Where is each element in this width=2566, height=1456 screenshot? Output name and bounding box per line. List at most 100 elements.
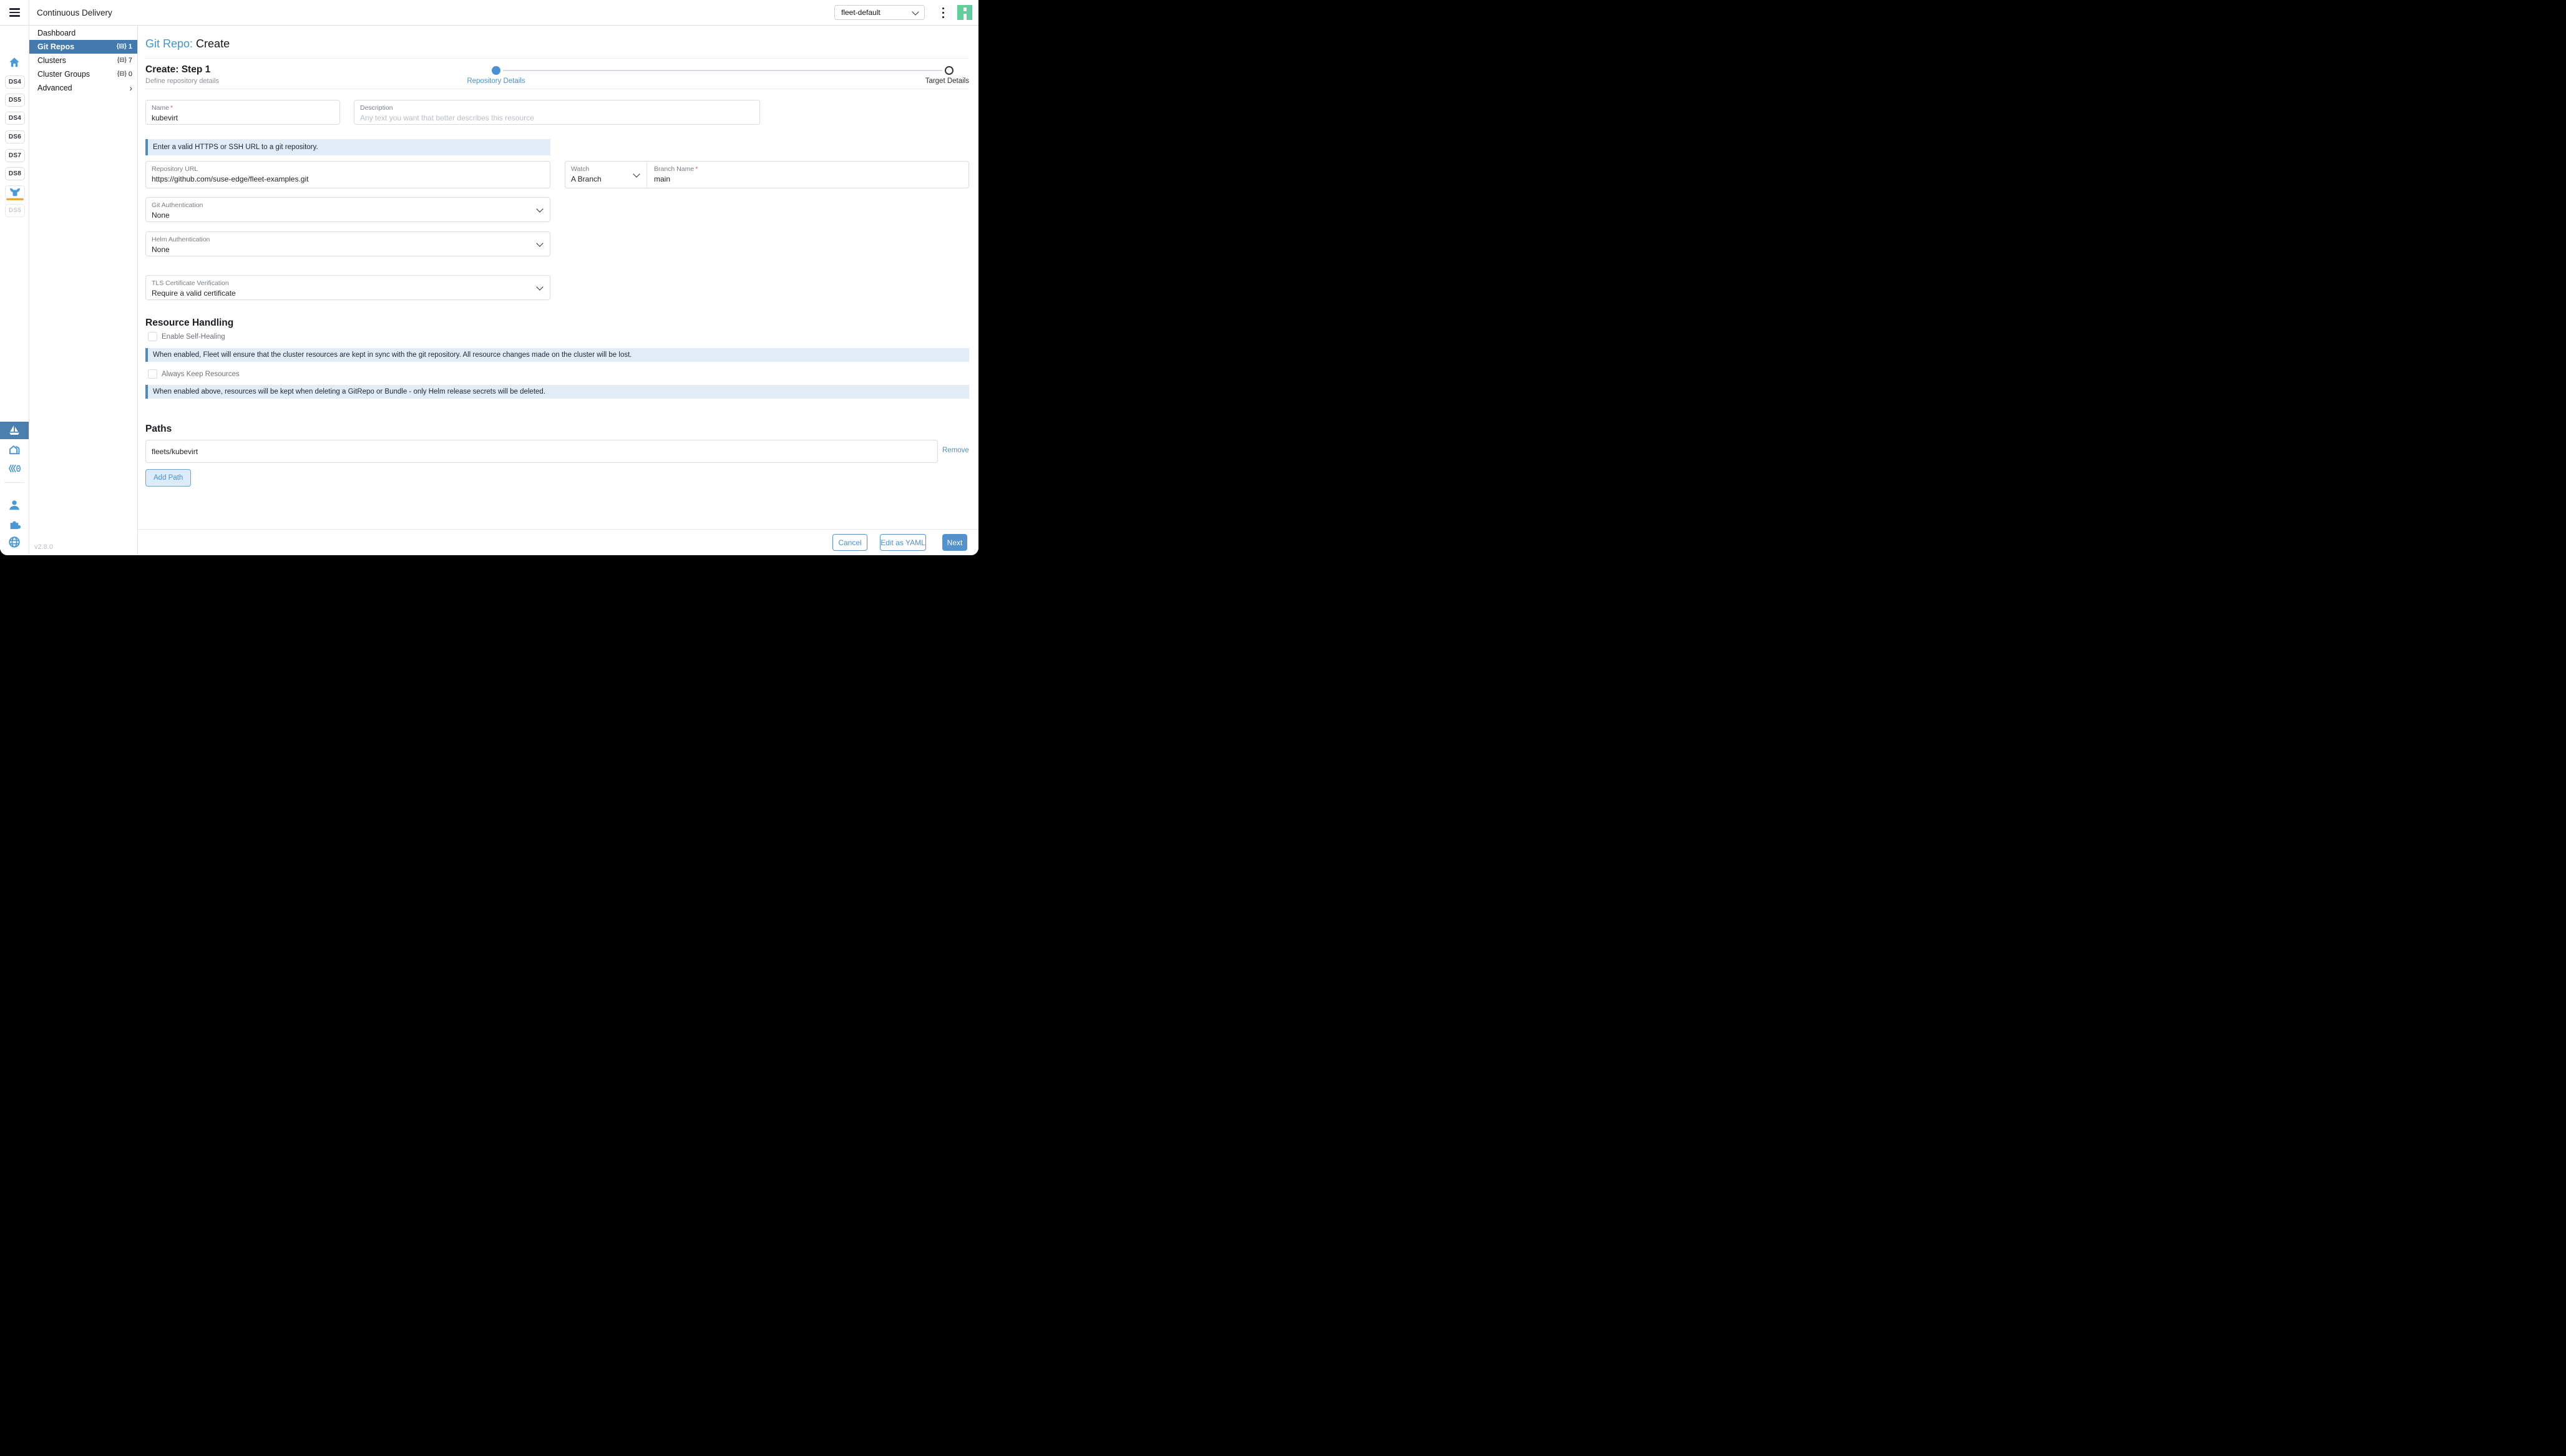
resource-handling-heading: Resource Handling: [145, 318, 233, 329]
sidebar-item-git-repos[interactable]: Git Repos {⊟}1: [29, 40, 137, 54]
add-path-button[interactable]: Add Path: [145, 469, 191, 487]
tls-verification-label: TLS Certificate Verification: [152, 279, 229, 287]
watch-value: A Branch: [571, 175, 602, 183]
top-bar: Continuous Delivery fleet-default: [0, 0, 978, 26]
step-subtitle: Define repository details: [145, 77, 219, 85]
stepper-circle-next[interactable]: [945, 66, 954, 75]
stepper-label-repository-details[interactable]: Repository Details: [449, 77, 543, 85]
git-authentication-label: Git Authentication: [152, 201, 203, 209]
active-cluster-underline: [6, 198, 24, 200]
clusters-count: 7: [129, 57, 132, 64]
git-repos-count: 1: [129, 43, 132, 51]
title-divider: [145, 58, 969, 59]
chevron-down-icon: [536, 205, 543, 212]
keep-resources-row: Always Keep Resources: [148, 369, 240, 379]
user-avatar[interactable]: [957, 5, 972, 20]
cluster-badge-ds8[interactable]: DS8: [5, 167, 25, 180]
cluster-badge-ds6[interactable]: DS6: [5, 130, 25, 143]
stepper-line: [503, 70, 942, 71]
name-field[interactable]: Name* kubevirt: [145, 100, 340, 125]
globe-icon[interactable]: [8, 536, 21, 548]
name-label: Name: [152, 104, 169, 112]
cluster-badge-ds4[interactable]: DS4: [5, 75, 25, 89]
branch-name-label: Branch Name: [654, 165, 694, 173]
bundle-icon: {⊟}: [117, 57, 127, 64]
required-star: *: [695, 165, 698, 173]
extensions-puzzle-icon[interactable]: [8, 518, 21, 530]
description-label: Description: [360, 104, 393, 112]
watch-select[interactable]: Watch A Branch: [565, 162, 647, 188]
sidebar-item-dashboard[interactable]: Dashboard: [29, 26, 137, 40]
chevron-right-icon: ›: [129, 84, 132, 92]
workspace-select[interactable]: fleet-default: [834, 5, 925, 20]
remove-path-link[interactable]: Remove: [942, 447, 969, 454]
main-content: Git Repo: Create Create: Step 1 Define r…: [137, 25, 978, 555]
chevron-down-icon: [633, 170, 640, 177]
git-authentication-select[interactable]: Git Authentication None: [145, 197, 550, 222]
fleet-sailboat-icon: [8, 424, 21, 437]
path-input[interactable]: fleets/kubevirt: [145, 440, 938, 463]
chevron-down-icon: [912, 8, 919, 15]
branch-name-value: main: [654, 175, 670, 183]
url-info-banner-text: Enter a valid HTTPS or SSH URL to a git …: [153, 143, 318, 151]
helm-authentication-value: None: [152, 245, 170, 254]
footer-divider: [137, 529, 978, 530]
cluster-rail: DS4 DS5 DS4 DS6 DS7 DS8 DS5: [0, 25, 29, 555]
cluster-groups-count: 0: [129, 70, 132, 78]
page-title-resource: Git Repo:: [145, 37, 193, 50]
cluster-badge-ds5-disabled: DS5: [5, 204, 25, 217]
sidebar-item-cluster-groups[interactable]: Cluster Groups {⊟}0: [29, 67, 137, 81]
path-value: fleets/kubevirt: [152, 447, 198, 456]
description-placeholder: Any text you want that better describes …: [360, 114, 534, 122]
page-title-action: Create: [193, 37, 230, 50]
bundle-icon: {⊟}: [117, 70, 127, 77]
cluster-management-icon[interactable]: [8, 462, 21, 475]
description-field[interactable]: Description Any text you want that bette…: [354, 100, 760, 125]
active-cluster-badge[interactable]: [5, 185, 25, 198]
keep-resources-checkbox[interactable]: [148, 369, 157, 379]
kebab-menu-icon[interactable]: [939, 7, 947, 18]
watch-branch-group: Watch A Branch Branch Name* main: [565, 161, 969, 188]
sidebar-item-clusters[interactable]: Clusters {⊟}7: [29, 54, 137, 67]
branch-name-field[interactable]: Branch Name* main: [646, 162, 968, 188]
users-icon[interactable]: [8, 499, 21, 512]
required-star: *: [170, 104, 173, 112]
repository-url-value: https://github.com/suse-edge/fleet-examp…: [152, 175, 308, 183]
self-healing-banner: When enabled, Fleet will ensure that the…: [145, 348, 969, 362]
step-title: Create: Step 1: [145, 64, 210, 75]
rail-divider: [4, 482, 24, 483]
watch-label: Watch: [571, 165, 589, 173]
keep-resources-banner: When enabled above, resources will be ke…: [145, 385, 969, 399]
helm-authentication-label: Helm Authentication: [152, 236, 210, 243]
git-authentication-value: None: [152, 211, 170, 220]
cancel-button[interactable]: Cancel: [832, 534, 867, 551]
repository-url-label: Repository URL: [152, 165, 198, 173]
virtualization-barn-icon[interactable]: [8, 444, 21, 456]
fleet-sidebar: Dashboard Git Repos {⊟}1 Clusters {⊟}7 C…: [29, 25, 138, 555]
keep-resources-label: Always Keep Resources: [162, 371, 240, 378]
cluster-badge-ds7[interactable]: DS7: [5, 149, 25, 162]
stepper-dot-current[interactable]: [492, 66, 500, 75]
name-value: kubevirt: [152, 114, 178, 122]
app-title: Continuous Delivery: [37, 8, 112, 17]
cluster-badge-ds5[interactable]: DS5: [5, 94, 25, 107]
tls-verification-value: Require a valid certificate: [152, 289, 236, 298]
repository-url-field[interactable]: Repository URL https://github.com/suse-e…: [145, 161, 550, 188]
cluster-badge-ds4b[interactable]: DS4: [5, 112, 25, 125]
page-title: Git Repo: Create: [145, 37, 230, 51]
tls-verification-select[interactable]: TLS Certificate Verification Require a v…: [145, 275, 550, 300]
self-healing-checkbox[interactable]: [148, 332, 157, 341]
rancher-cow-icon: [8, 187, 22, 197]
url-info-banner: Enter a valid HTTPS or SSH URL to a git …: [145, 139, 550, 155]
sidebar-item-advanced[interactable]: Advanced ›: [29, 81, 137, 95]
home-icon[interactable]: [8, 56, 21, 69]
continuous-delivery-nav-selected[interactable]: [0, 422, 29, 439]
chevron-down-icon: [536, 240, 543, 246]
next-button[interactable]: Next: [942, 534, 967, 551]
edit-as-yaml-button[interactable]: Edit as YAML: [880, 534, 926, 551]
chevron-down-icon: [536, 283, 543, 290]
helm-authentication-select[interactable]: Helm Authentication None: [145, 231, 550, 256]
stepper-label-target-details: Target Details: [876, 77, 969, 85]
hamburger-menu-icon[interactable]: [9, 8, 20, 17]
bundle-icon: {⊟}: [117, 43, 127, 50]
